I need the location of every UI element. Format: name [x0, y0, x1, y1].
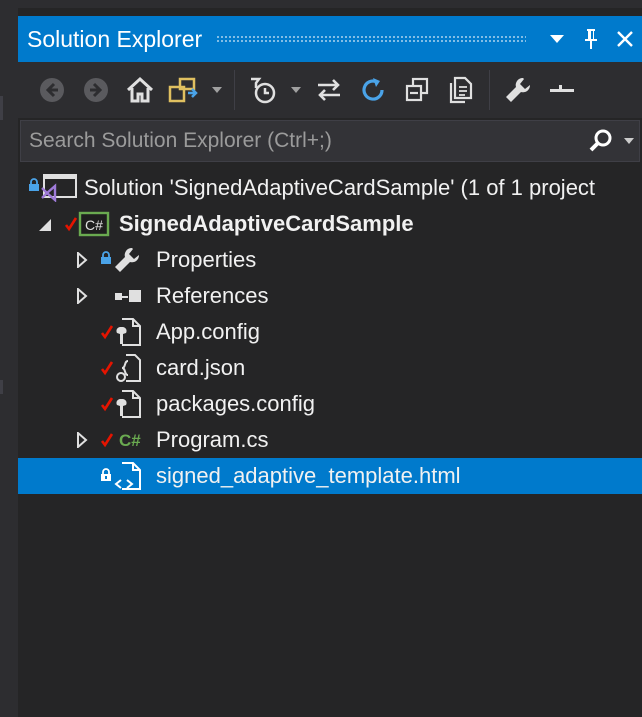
tree-item-label: App.config — [156, 319, 260, 344]
csharp-file-icon: C# — [119, 431, 141, 450]
home-button[interactable] — [118, 68, 162, 112]
caret-down-icon — [550, 35, 564, 43]
csharp-project-icon: C# — [78, 211, 110, 237]
toolbar-separator — [234, 70, 235, 110]
home-icon — [126, 76, 154, 103]
checkmark-icon — [100, 325, 114, 340]
close-icon — [617, 31, 633, 47]
search-icon — [589, 129, 612, 152]
collapsed-triangle-icon — [77, 430, 88, 450]
lock-icon — [101, 468, 111, 481]
pending-changes-filter-button[interactable] — [241, 68, 285, 112]
references-icon — [115, 290, 141, 302]
tree-item-label: packages.config — [156, 391, 315, 416]
auto-hide-pin-button[interactable] — [574, 16, 608, 62]
checkmark-icon — [64, 217, 78, 232]
search-button[interactable] — [583, 121, 619, 161]
solution-icon — [41, 174, 77, 202]
refresh-button[interactable] — [351, 68, 395, 112]
switch-views-icon — [168, 77, 198, 103]
pending-changes-dropdown[interactable] — [285, 68, 307, 112]
tree-item-signed-adaptive-template-html[interactable]: signed_adaptive_template.html — [18, 458, 642, 494]
search-options-dropdown[interactable] — [619, 121, 639, 161]
expanded-triangle-icon — [39, 219, 51, 231]
checkmark-icon — [100, 361, 114, 376]
svg-text:C#: C# — [119, 431, 141, 450]
show-all-files-button[interactable] — [439, 68, 483, 112]
back-button[interactable] — [30, 68, 74, 112]
tree-item-project[interactable]: C# SignedAdaptiveCardSample — [18, 206, 642, 242]
preview-selected-items-button[interactable] — [540, 68, 584, 112]
tree-item-label: card.json — [156, 355, 246, 380]
sync-with-active-document-button[interactable] — [307, 68, 351, 112]
caret-down-icon — [291, 87, 301, 93]
collapse-all-icon — [405, 77, 429, 102]
pending-changes-filter-icon — [251, 77, 276, 104]
window-position-dropdown[interactable] — [540, 16, 574, 62]
sync-icon — [318, 79, 340, 101]
search-input[interactable] — [21, 122, 583, 160]
caret-down-icon — [624, 137, 634, 144]
back-icon — [40, 78, 64, 102]
toolbar-separator — [489, 70, 490, 110]
show-all-files-icon — [449, 76, 473, 104]
left-edge-marker — [0, 96, 3, 120]
svg-text:C#: C# — [85, 217, 103, 233]
tree-item-program-cs[interactable]: C# Program.cs — [18, 422, 642, 458]
collapse-toggle[interactable] — [38, 217, 52, 236]
left-edge-strip — [0, 0, 18, 717]
left-edge-marker — [0, 380, 3, 394]
json-file-icon — [116, 354, 141, 382]
preview-icon — [550, 85, 574, 92]
forward-icon — [84, 78, 108, 102]
tree-item-card-json[interactable]: card.json — [18, 350, 642, 386]
panel-title: Solution Explorer — [27, 25, 203, 52]
switch-views-button[interactable] — [162, 68, 206, 112]
collapse-all-button[interactable] — [395, 68, 439, 112]
tree-item-app-config[interactable]: App.config — [18, 314, 642, 350]
lock-icon — [101, 251, 111, 264]
switch-views-dropdown[interactable] — [206, 68, 228, 112]
tree-item-solution[interactable]: Solution 'SignedAdaptiveCardSample' (1 o… — [18, 170, 642, 206]
caret-down-icon — [212, 87, 222, 93]
expand-toggle[interactable] — [76, 430, 88, 452]
refresh-icon — [362, 78, 384, 101]
tree-item-properties[interactable]: Properties — [18, 242, 642, 278]
checkmark-icon — [100, 397, 114, 412]
tree-item-label: Properties — [156, 247, 257, 272]
pin-icon — [585, 29, 597, 49]
html-file-icon — [114, 462, 141, 490]
tree-item-references[interactable]: References — [18, 278, 642, 314]
search-bar — [20, 120, 640, 162]
solution-explorer-panel: Solution Explorer Search Solution Explor… — [18, 8, 642, 717]
config-file-icon — [116, 390, 141, 418]
forward-button[interactable] — [74, 68, 118, 112]
collapsed-triangle-icon — [77, 286, 88, 306]
tree-item-label: Solution 'SignedAdaptiveCardSample' (1 o… — [84, 175, 596, 200]
panel-titlebar[interactable]: Solution Explorer — [18, 16, 642, 62]
checkmark-icon — [100, 433, 114, 448]
tree-item-label: References — [156, 283, 269, 308]
tree-item-label: signed_adaptive_template.html — [156, 463, 461, 488]
collapsed-triangle-icon — [77, 250, 88, 270]
titlebar-grip[interactable] — [216, 34, 526, 44]
solution-tree: Solution 'SignedAdaptiveCardSample' (1 o… — [18, 170, 642, 494]
tree-item-label: Program.cs — [156, 427, 269, 452]
config-file-icon — [116, 318, 141, 346]
expand-toggle[interactable] — [76, 286, 88, 308]
close-button[interactable] — [608, 16, 642, 62]
properties-button[interactable] — [496, 68, 540, 112]
expand-toggle[interactable] — [76, 250, 88, 272]
panel-toolbar — [18, 62, 642, 118]
wrench-icon — [115, 247, 140, 272]
tree-item-packages-config[interactable]: packages.config — [18, 386, 642, 422]
wrench-icon — [506, 77, 531, 102]
tree-item-label: SignedAdaptiveCardSample — [119, 211, 414, 236]
